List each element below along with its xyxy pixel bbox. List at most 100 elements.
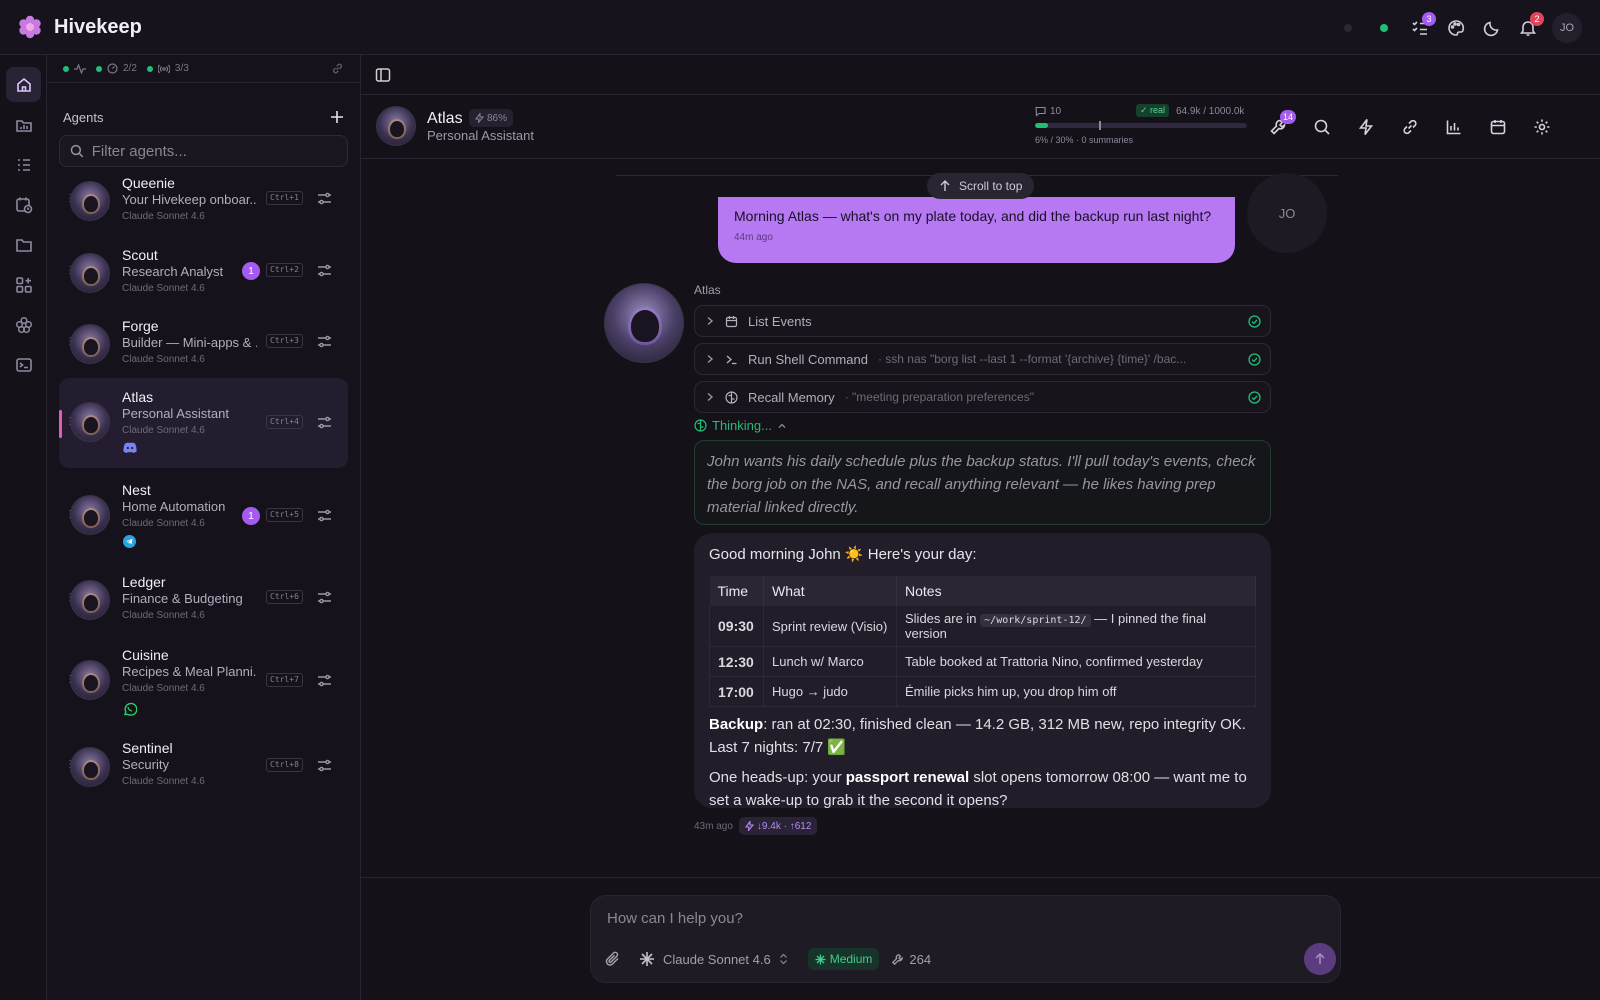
wrench-icon — [892, 953, 904, 965]
add-agent-button[interactable] — [330, 110, 344, 124]
agent-name: Ledger — [122, 574, 166, 590]
brand[interactable]: Hivekeep — [17, 14, 142, 40]
notes-cell: Émilie picks him up, you drop him off — [896, 676, 1256, 707]
claude-sparkle-icon — [640, 952, 654, 966]
message-input[interactable] — [607, 910, 1297, 927]
apps-nav-button[interactable] — [6, 267, 41, 302]
chat-main: Atlas 86% Personal Assistant 10 ✓ real 6… — [361, 55, 1600, 1000]
home-nav-button[interactable] — [6, 67, 41, 102]
chevron-updown-icon — [779, 953, 787, 965]
thinking-toggle[interactable]: Thinking... — [694, 418, 787, 433]
user-message-text: Morning Atlas — what's on my plate today… — [734, 208, 1212, 224]
assistant-message: Good morning John ☀️ Here's your day: Ti… — [694, 533, 1271, 809]
tasks-nav-button[interactable] — [6, 147, 41, 182]
link-icon — [1403, 119, 1417, 135]
tool-call-list-events[interactable]: List Events — [694, 305, 1271, 337]
app-name: Hivekeep — [54, 15, 142, 38]
calendar-button[interactable] — [1480, 109, 1516, 145]
stats-button[interactable] — [1436, 109, 1472, 145]
agent-settings-icon[interactable] — [317, 673, 332, 688]
gear-icon — [1534, 119, 1550, 135]
message-count: 10 — [1035, 106, 1061, 117]
agent-model: Claude Sonnet 4.6 — [122, 518, 205, 529]
chevron-right-icon — [707, 354, 714, 364]
tool-call-run-shell[interactable]: Run Shell Command · ssh nas "borg list -… — [694, 343, 1271, 375]
agent-avatar — [70, 324, 110, 364]
shortcut-badge: Ctrl+2 — [266, 263, 303, 277]
agent-settings-icon[interactable] — [317, 191, 332, 206]
agent-name: Atlas — [122, 389, 154, 405]
link-icon[interactable] — [331, 62, 344, 75]
flower-icon — [15, 316, 32, 333]
message-icon — [1035, 106, 1046, 117]
notifications-button[interactable]: 2 — [1510, 10, 1546, 46]
model-selector[interactable]: Claude Sonnet 4.6 — [639, 951, 788, 967]
schedule-nav-button[interactable] — [6, 187, 41, 222]
inbox-nav-button[interactable] — [6, 107, 41, 142]
agent-item-atlas[interactable]: ⋮⋮ Atlas Personal Assistant Claude Sonne… — [59, 378, 348, 468]
agents-sidebar: 2/2 3/3 Agents ⋮⋮ Queenie Your Hivekeep … — [47, 55, 361, 1000]
agent-settings-icon[interactable] — [317, 758, 332, 773]
calendar-clock-icon — [15, 197, 32, 213]
bar-chart-icon — [1446, 120, 1461, 135]
home-icon — [16, 77, 31, 92]
what-cell: Sprint review (Visio) — [763, 606, 897, 647]
terminal-icon — [15, 357, 32, 372]
agent-item-ledger[interactable]: ⋮⋮ Ledger Finance & Budgeting Claude Son… — [59, 568, 348, 638]
agent-settings-icon[interactable] — [317, 415, 332, 430]
tool-call-recall-memory[interactable]: Recall Memory · "meeting preparation pre… — [694, 381, 1271, 413]
agent-role: Security — [122, 757, 169, 772]
search-chat-button[interactable] — [1304, 109, 1340, 145]
tasks-button[interactable]: 3 — [1402, 10, 1438, 46]
shortcut-badge: Ctrl+4 — [266, 415, 303, 429]
agent-filter[interactable] — [59, 135, 348, 167]
shortcut-badge: Ctrl+1 — [266, 191, 303, 205]
agent-name: Scout — [122, 247, 158, 263]
summary-threshold-marker — [1098, 121, 1101, 130]
toggle-sidebar-button[interactable] — [375, 67, 391, 83]
gauge-icon — [107, 63, 118, 74]
paperclip-icon — [605, 951, 619, 966]
agent-item-queenie[interactable]: ⋮⋮ Queenie Your Hivekeep onboar... Claud… — [59, 168, 348, 238]
skills-button[interactable] — [1348, 109, 1384, 145]
agent-settings-icon[interactable] — [317, 508, 332, 523]
reply-meta: 43m ago ↓9.4k · ↑612 — [694, 817, 818, 835]
effort-selector[interactable]: Medium — [807, 948, 880, 970]
agent-role: Research Analyst — [122, 264, 224, 279]
user-avatar[interactable]: JO — [1552, 12, 1582, 43]
theme-palette-button[interactable] — [1438, 10, 1474, 46]
files-nav-button[interactable] — [6, 227, 41, 262]
settings-button[interactable] — [1524, 109, 1560, 145]
user-message: Morning Atlas — what's on my plate today… — [718, 197, 1235, 263]
terminal-nav-button[interactable] — [6, 347, 41, 382]
agent-model: Claude Sonnet 4.6 — [122, 683, 205, 694]
agent-item-scout[interactable]: ⋮⋮ Scout Research Analyst Claude Sonnet … — [59, 240, 348, 310]
agent-item-forge[interactable]: ⋮⋮ Forge Builder — Mini-apps & ... Claud… — [59, 311, 348, 381]
dark-mode-button[interactable] — [1474, 10, 1510, 46]
filter-agents-input[interactable] — [91, 142, 347, 160]
tools-button[interactable]: 14 — [1260, 109, 1296, 145]
folder-chart-icon — [15, 119, 32, 132]
search-icon — [1314, 119, 1330, 135]
tool-name: Recall Memory — [748, 389, 835, 405]
agent-settings-icon[interactable] — [317, 334, 332, 349]
tools-count[interactable]: 264 — [891, 952, 931, 967]
agent-role: Builder — Mini-apps & ... — [122, 335, 257, 350]
scroll-to-top-button[interactable]: Scroll to top — [927, 173, 1035, 199]
agent-settings-icon[interactable] — [317, 590, 332, 605]
agent-item-sentinel[interactable]: ⋮⋮ Sentinel Security Claude Sonnet 4.6 C… — [59, 735, 348, 805]
send-button[interactable] — [1304, 943, 1336, 975]
hive-nav-button[interactable] — [6, 307, 41, 342]
agent-settings-icon[interactable] — [317, 263, 332, 278]
shortcut-badge: Ctrl+5 — [266, 508, 303, 522]
tools-badge: 14 — [1279, 110, 1296, 124]
attach-button[interactable] — [605, 951, 621, 967]
agent-item-cuisine[interactable]: ⋮⋮ Cuisine Recipes & Meal Planni... Clau… — [59, 640, 348, 725]
agent-name: Queenie — [122, 175, 175, 191]
agent-name: Nest — [122, 482, 151, 498]
agent-item-nest[interactable]: ⋮⋮ Nest Home Automation Claude Sonnet 4.… — [59, 473, 348, 558]
user-message-time: 44m ago — [734, 232, 773, 243]
online-status-icon — [1366, 10, 1402, 46]
links-button[interactable] — [1392, 109, 1428, 145]
chat-transcript[interactable]: Morning Atlas — what's on my plate today… — [361, 159, 1600, 877]
